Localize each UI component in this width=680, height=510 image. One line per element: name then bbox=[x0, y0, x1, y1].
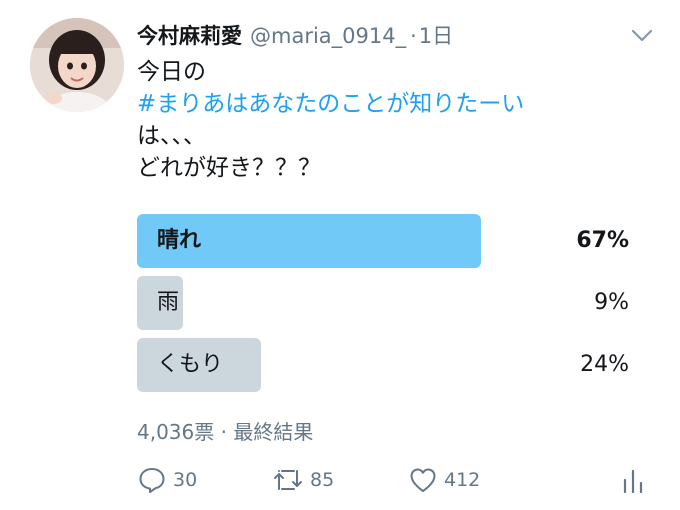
like-button[interactable]: 412 bbox=[408, 462, 480, 498]
chevron-down-icon[interactable] bbox=[630, 28, 654, 44]
tweet-text-line: どれが好き？？？ bbox=[137, 155, 321, 181]
author-handle[interactable]: @maria_0914_ bbox=[250, 24, 406, 48]
avatar[interactable] bbox=[30, 18, 124, 112]
poll-option-label: くもり bbox=[157, 352, 224, 377]
poll-option-percent: 9% bbox=[594, 290, 629, 315]
hashtag-link[interactable]: #まりあはあなたのことが知りたーい bbox=[137, 88, 524, 120]
poll-option-percent: 67% bbox=[576, 228, 629, 253]
poll-option: くもり 24% bbox=[137, 338, 629, 392]
poll-option: 晴れ 67% bbox=[137, 214, 629, 268]
reply-button[interactable]: 30 bbox=[137, 462, 197, 498]
retweet-button[interactable]: 85 bbox=[272, 462, 334, 498]
tweet-header: 今村麻莉愛 @maria_0914_ · 1日 bbox=[137, 20, 453, 50]
reply-icon bbox=[137, 465, 167, 495]
heart-icon bbox=[408, 465, 438, 495]
poll-option: 雨 9% bbox=[137, 276, 629, 330]
retweet-count: 85 bbox=[310, 469, 335, 491]
poll-option-label: 雨 bbox=[157, 290, 180, 315]
avatar-image bbox=[30, 18, 124, 112]
separator: · bbox=[410, 24, 417, 48]
tweet-text-line: 今日の bbox=[137, 59, 206, 85]
poll-option-label: 晴れ bbox=[157, 228, 202, 253]
timestamp[interactable]: 1日 bbox=[419, 20, 453, 50]
reply-count: 30 bbox=[173, 469, 198, 491]
like-count: 412 bbox=[444, 469, 481, 491]
poll-option-percent: 24% bbox=[580, 352, 629, 377]
retweet-icon bbox=[272, 465, 304, 495]
analytics-icon bbox=[620, 465, 646, 495]
tweet-text: 今日の #まりあはあなたのことが知りたーい は、、、 どれが好き？？？ bbox=[137, 56, 524, 184]
tweet-text-line: は、、、 bbox=[137, 123, 206, 149]
author-name[interactable]: 今村麻莉愛 bbox=[137, 20, 242, 50]
analytics-button[interactable] bbox=[620, 462, 646, 498]
poll-meta: 4,036票 · 最終結果 bbox=[137, 420, 314, 444]
tweet: 今村麻莉愛 @maria_0914_ · 1日 今日の #まりあはあなたのことが… bbox=[0, 0, 680, 510]
